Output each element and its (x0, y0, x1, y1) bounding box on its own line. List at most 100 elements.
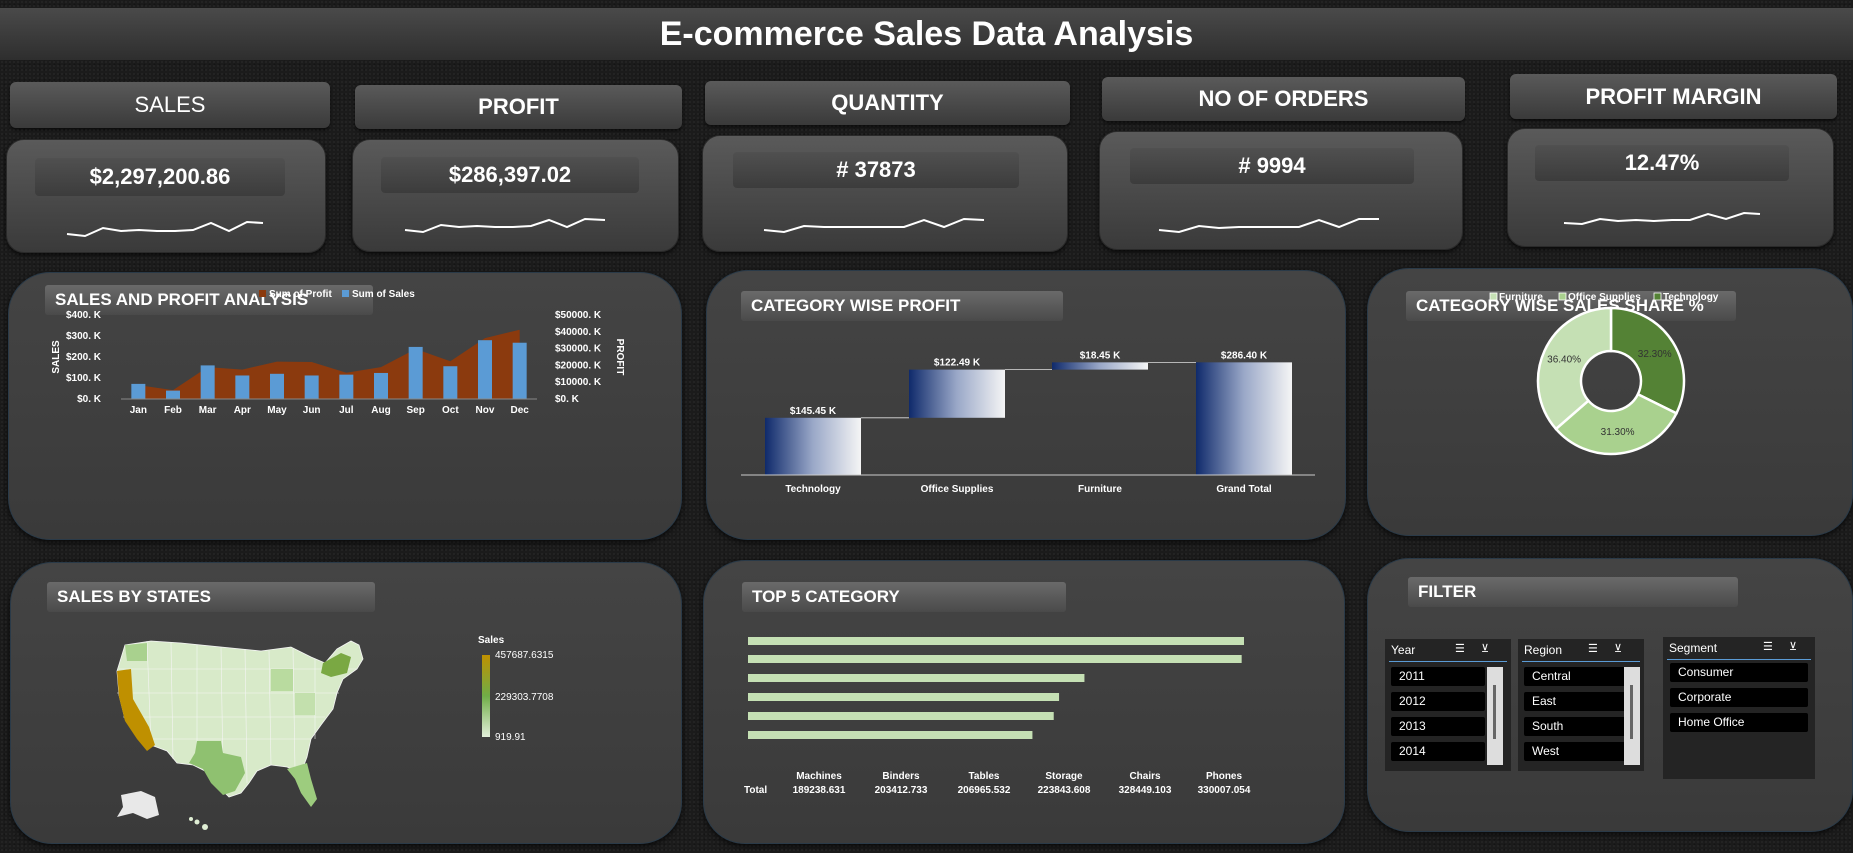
top5-bar (748, 693, 1060, 701)
sales-bar (235, 375, 250, 399)
x-tick-label: Aug (371, 405, 390, 416)
quantity-kpi-value: # 37873 (733, 152, 1019, 188)
waterfall-bar (1196, 362, 1292, 475)
sales-bar (166, 390, 180, 399)
top5-bar (748, 731, 1033, 739)
top5-value-label: 328449.103 (1119, 785, 1172, 796)
y2-tick-label: $50000. K (555, 310, 602, 321)
waterfall-bar (765, 417, 861, 475)
margin-kpi-card: 12.47% (1507, 128, 1834, 247)
profit-sparkline (404, 217, 606, 234)
washington-region (125, 643, 147, 661)
multi-select-icon[interactable]: ☰ (1588, 642, 1598, 655)
orders-sparkline (1158, 218, 1379, 234)
region-west[interactable]: West (1524, 742, 1626, 761)
sales-bar (270, 373, 284, 399)
waterfall-bar (909, 369, 1005, 418)
legend-sales-label: Sum of Sales (352, 289, 415, 300)
region-central[interactable]: Central (1524, 667, 1626, 686)
margin-kpi-label: PROFIT MARGIN (1510, 74, 1837, 119)
region-scrollbar[interactable] (1624, 667, 1640, 765)
y2-tick-label: $0. K (555, 394, 580, 405)
top5-category-label: Binders (882, 771, 920, 782)
year-scrollbar[interactable] (1487, 667, 1503, 765)
y-tick-label: $0. K (77, 394, 102, 405)
top5-value-label: 189238.631 (793, 785, 846, 796)
waterfall-value-label: $145.45 K (790, 406, 837, 417)
waterfall-category-label: Furniture (1078, 484, 1122, 495)
y-tick-label: $100. K (66, 373, 102, 384)
x-tick-label: Apr (234, 405, 251, 416)
x-tick-label: Jan (130, 405, 147, 416)
sales-bar (131, 383, 146, 399)
margin-sparkline (1563, 211, 1761, 226)
region-east[interactable]: East (1524, 692, 1626, 711)
sales-bar (304, 375, 319, 399)
top5-category-label: Storage (1045, 771, 1083, 782)
orders-kpi-card: # 9994 (1099, 131, 1463, 250)
multi-select-icon[interactable]: ☰ (1763, 640, 1773, 653)
sales-bar (339, 374, 354, 399)
clear-filter-icon[interactable]: ⊻ (1789, 640, 1797, 653)
sales-bar (478, 340, 492, 399)
top5-bar (748, 637, 1244, 645)
segment-corporate[interactable]: Corporate (1670, 688, 1808, 707)
clear-filter-icon[interactable]: ⊻ (1614, 642, 1622, 655)
top5-value-label: 223843.608 (1038, 785, 1091, 796)
slicer-divider (1667, 659, 1811, 660)
slicer-divider (1389, 661, 1507, 662)
donut-slice (1609, 306, 1686, 415)
quantity-kpi-card: # 37873 (702, 135, 1068, 252)
map-legend-mid: 229303.7708 (495, 692, 554, 703)
donut-legend-swatch (1653, 292, 1662, 301)
y2-tick-label: $40000. K (555, 327, 602, 338)
category-share-chart: Furniture Office Supplies Technology 32.30%… (1489, 292, 1719, 456)
waterfall-value-label: $18.45 K (1080, 350, 1121, 361)
region-south[interactable]: South (1524, 717, 1626, 736)
year-2013[interactable]: 2013 (1391, 717, 1485, 736)
profit-area (138, 329, 520, 399)
segment-slicer-label: Segment (1669, 641, 1718, 655)
donut-legend-label: Technology (1663, 292, 1719, 303)
sales-kpi-card: $2,297,200.86 (6, 139, 326, 253)
waterfall-value-label: $286.40 K (1221, 350, 1268, 361)
multi-select-icon[interactable]: ☰ (1455, 642, 1465, 655)
dashboard-title: E-commerce Sales Data Analysis (0, 8, 1853, 60)
sales-profit-panel: SALES AND PROFIT ANALYSIS Sum of Profit S… (8, 272, 682, 540)
year-2012[interactable]: 2012 (1391, 692, 1485, 711)
top5-chart: Total Machines 189238.631 Binders 203412.733… (744, 637, 1251, 796)
legend-profit-swatch (259, 290, 266, 297)
east-central-region (295, 693, 315, 715)
top5-category-label: Phones (1206, 771, 1243, 782)
segment-home-office[interactable]: Home Office (1670, 713, 1808, 732)
x-tick-label: May (267, 405, 287, 416)
y2-tick-label: $20000. K (555, 360, 602, 371)
sales-sparkline (66, 220, 264, 238)
profit-kpi-value: $286,397.02 (381, 157, 639, 193)
y2-tick-label: $10000. K (555, 377, 602, 388)
region-slicer-label: Region (1524, 643, 1563, 657)
year-slicer-label: Year (1391, 643, 1416, 657)
region-slicer: Region ☰ ⊻ Central East South West (1518, 639, 1644, 771)
sales-profit-chart: Sum of Profit Sum of Sales $0. K $100. K $20… (51, 289, 625, 416)
states-title: SALES BY STATES (47, 582, 375, 612)
segment-slicer: Segment ☰ ⊻ Consumer Corporate Home Offi… (1663, 637, 1815, 779)
sales-bar (374, 372, 388, 399)
states-panel: SALES BY STATES Sales 457687.6315 229303… (10, 562, 682, 844)
profit-kpi-card: $286,397.02 (352, 139, 679, 252)
year-2014[interactable]: 2014 (1391, 742, 1485, 761)
sales-bar (408, 346, 423, 399)
year-2011[interactable]: 2011 (1391, 667, 1485, 686)
segment-consumer[interactable]: Consumer (1670, 663, 1808, 682)
x-tick-label: Dec (510, 405, 529, 416)
clear-filter-icon[interactable]: ⊻ (1481, 642, 1489, 655)
sales-bar (200, 365, 215, 399)
y-axis-label: SALES (51, 340, 62, 374)
donut-legend-label: Office Supplies (1568, 292, 1641, 303)
top5-value-label: 203412.733 (875, 785, 928, 796)
hawaii-region (189, 817, 208, 830)
top5-value-label: 330007.054 (1198, 785, 1251, 796)
orders-kpi-label: NO OF ORDERS (1102, 77, 1465, 121)
donut-slice-label: 31.30% (1601, 427, 1635, 438)
y2-tick-label: $30000. K (555, 344, 602, 355)
